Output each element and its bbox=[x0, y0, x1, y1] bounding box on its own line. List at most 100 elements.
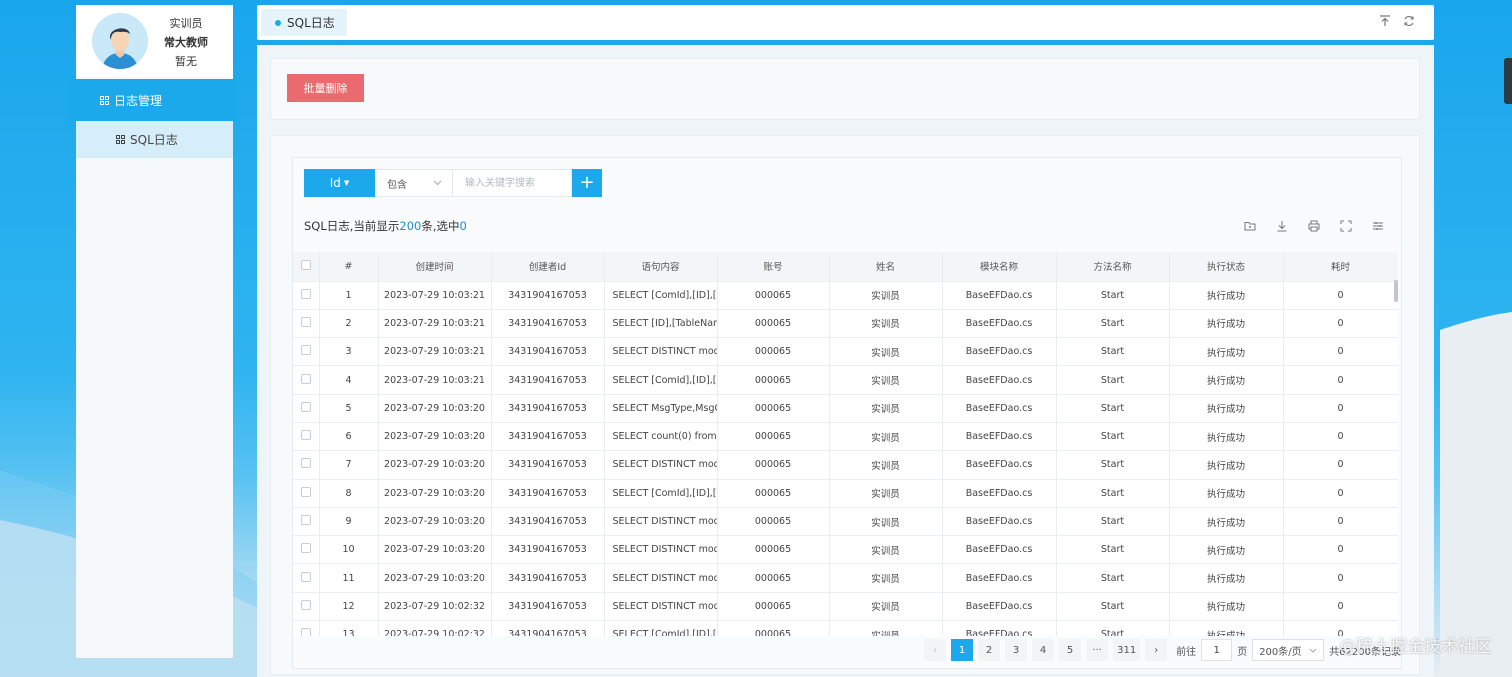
prev-page-button[interactable]: ‹ bbox=[924, 639, 947, 661]
table-cell: 3431904167053 bbox=[491, 620, 605, 636]
search-operator-select[interactable]: 包含 bbox=[375, 169, 453, 197]
row-checkbox[interactable] bbox=[293, 535, 320, 565]
search-input[interactable] bbox=[453, 169, 572, 197]
row-checkbox[interactable] bbox=[293, 479, 320, 508]
column-header[interactable]: 账号 bbox=[717, 252, 830, 282]
table-cell: 0 bbox=[1283, 394, 1398, 423]
table-row[interactable]: 9 2023-07-29 10:03:20 3431904167053 SELECT … bbox=[293, 507, 1398, 537]
sql-log-table: # 创建时间 创建者Id 语句内容 账号 姓名 模块名称 方法名称 执行状态 耗… bbox=[293, 252, 1398, 636]
table-cell: 实训员 bbox=[829, 450, 943, 480]
table-cell: 4 bbox=[319, 365, 379, 395]
row-checkbox[interactable] bbox=[293, 365, 320, 395]
table-row[interactable]: 4 2023-07-29 10:03:21 3431904167053 SELECT … bbox=[293, 365, 1398, 395]
table-row[interactable]: 13 2023-07-29 10:02:32 3431904167053 SELECT… bbox=[293, 620, 1398, 636]
table-cell: SELECT [ComId],[ID],[Use bbox=[604, 479, 718, 508]
table-cell: 执行成功 bbox=[1169, 479, 1284, 508]
table-cell: 2023-07-29 10:03:20 bbox=[378, 450, 492, 480]
select-all-checkbox[interactable] bbox=[293, 252, 320, 282]
column-settings-icon[interactable] bbox=[1371, 219, 1385, 233]
sidebar-item-log-management[interactable]: 日志管理 bbox=[68, 79, 238, 121]
row-checkbox[interactable] bbox=[293, 422, 320, 452]
row-checkbox[interactable] bbox=[293, 281, 320, 310]
page-button[interactable]: 4 bbox=[1032, 639, 1055, 661]
table-cell: Start bbox=[1056, 620, 1170, 636]
column-header[interactable]: 创建者Id bbox=[491, 252, 605, 282]
row-checkbox[interactable] bbox=[293, 394, 320, 423]
table-scrollbar[interactable] bbox=[1394, 280, 1398, 302]
row-checkbox[interactable] bbox=[293, 563, 320, 593]
table-cell: 0 bbox=[1283, 309, 1398, 339]
table-cell: 3431904167053 bbox=[491, 281, 605, 310]
table-row[interactable]: 1 2023-07-29 10:03:21 3431904167053 SELECT … bbox=[293, 281, 1398, 310]
table-cell: 执行成功 bbox=[1169, 394, 1284, 423]
table-cell: SELECT [ComId],[ID],[Use bbox=[604, 620, 718, 636]
more-pages-button[interactable]: ··· bbox=[1086, 639, 1109, 661]
user-profile: 实训员 常大教师 暂无 bbox=[76, 5, 233, 77]
tab-sql-log[interactable]: SQL日志 bbox=[261, 9, 347, 36]
row-checkbox[interactable] bbox=[293, 309, 320, 339]
column-header[interactable]: 姓名 bbox=[829, 252, 943, 282]
column-header[interactable]: 语句内容 bbox=[604, 252, 718, 282]
column-header[interactable]: 执行状态 bbox=[1169, 252, 1284, 282]
table-cell: 3431904167053 bbox=[491, 535, 605, 565]
pagination: ‹ 1 2 3 4 5 ··· 311 › 前往 页 200条/页 共62200… bbox=[924, 639, 1401, 661]
table-cell: 2023-07-29 10:02:32 bbox=[378, 620, 492, 636]
page-size-select[interactable]: 200条/页 bbox=[1252, 639, 1325, 661]
batch-delete-button[interactable]: 批量删除 bbox=[287, 74, 364, 102]
table-row[interactable]: 7 2023-07-29 10:03:20 3431904167053 SELECT … bbox=[293, 450, 1398, 480]
table-cell: SELECT [ComId],[ID],[Proc bbox=[604, 365, 718, 395]
table-cell: 3 bbox=[319, 337, 379, 367]
add-condition-button[interactable]: + bbox=[572, 169, 602, 197]
page-button[interactable]: 1 bbox=[951, 639, 974, 661]
goto-page-input[interactable] bbox=[1201, 639, 1233, 661]
table-row[interactable]: 8 2023-07-29 10:03:20 3431904167053 SELECT … bbox=[293, 479, 1398, 508]
column-header[interactable]: # bbox=[319, 252, 379, 282]
column-header[interactable]: 创建时间 bbox=[378, 252, 492, 282]
sidebar-item-sql-log[interactable]: SQL日志 bbox=[76, 121, 233, 158]
table-row[interactable]: 2 2023-07-29 10:03:21 3431904167053 SELECT … bbox=[293, 309, 1398, 339]
table-cell: 执行成功 bbox=[1169, 592, 1284, 622]
table-cell: 000065 bbox=[717, 507, 830, 537]
tab-bar: SQL日志 bbox=[257, 5, 1434, 40]
print-icon[interactable] bbox=[1307, 219, 1321, 233]
last-page-button[interactable]: 311 bbox=[1113, 639, 1141, 661]
side-handle[interactable] bbox=[1504, 58, 1512, 104]
avatar[interactable] bbox=[92, 13, 148, 69]
table-row[interactable]: 10 2023-07-29 10:03:20 3431904167053 SELECT… bbox=[293, 535, 1398, 565]
row-checkbox[interactable] bbox=[293, 507, 320, 537]
page-button[interactable]: 2 bbox=[978, 639, 1001, 661]
table-cell: 执行成功 bbox=[1169, 620, 1284, 636]
table-row[interactable]: 3 2023-07-29 10:03:21 3431904167053 SELECT … bbox=[293, 337, 1398, 367]
table-row[interactable]: 12 2023-07-29 10:02:32 3431904167053 SELECT… bbox=[293, 592, 1398, 622]
table-cell: 2023-07-29 10:03:21 bbox=[378, 365, 492, 395]
tab-label: SQL日志 bbox=[287, 16, 335, 30]
table-cell: 执行成功 bbox=[1169, 507, 1284, 537]
table-row[interactable]: 5 2023-07-29 10:03:20 3431904167053 SELECT … bbox=[293, 394, 1398, 423]
row-checkbox[interactable] bbox=[293, 337, 320, 367]
folder-icon[interactable] bbox=[1243, 219, 1257, 233]
table-cell: Start bbox=[1056, 365, 1170, 395]
summary-shown-count: 200 bbox=[399, 219, 422, 233]
next-page-button[interactable]: › bbox=[1145, 639, 1168, 661]
column-header[interactable]: 耗时 bbox=[1283, 252, 1398, 282]
scroll-top-icon[interactable] bbox=[1378, 14, 1392, 28]
row-checkbox[interactable] bbox=[293, 592, 320, 622]
download-icon[interactable] bbox=[1275, 219, 1289, 233]
table-cell: SELECT DISTINCT model bbox=[604, 535, 718, 565]
column-header[interactable]: 模块名称 bbox=[942, 252, 1057, 282]
page-button[interactable]: 3 bbox=[1005, 639, 1028, 661]
table-cell: 3431904167053 bbox=[491, 394, 605, 423]
page-button[interactable]: 5 bbox=[1059, 639, 1082, 661]
search-field-select[interactable]: Id ▼ bbox=[304, 169, 375, 197]
table-summary: SQL日志,当前显示200条,选中0 bbox=[304, 218, 467, 234]
summary-selected-count: 0 bbox=[459, 219, 467, 233]
table-cell: 执行成功 bbox=[1169, 563, 1284, 593]
table-cell: 3431904167053 bbox=[491, 507, 605, 537]
table-row[interactable]: 11 2023-07-29 10:03:20 3431904167053 SELECT… bbox=[293, 563, 1398, 593]
table-row[interactable]: 6 2023-07-29 10:03:20 3431904167053 SELECT … bbox=[293, 422, 1398, 452]
fullscreen-icon[interactable] bbox=[1339, 219, 1353, 233]
column-header[interactable]: 方法名称 bbox=[1056, 252, 1170, 282]
refresh-icon[interactable] bbox=[1402, 14, 1416, 28]
row-checkbox[interactable] bbox=[293, 620, 320, 636]
row-checkbox[interactable] bbox=[293, 450, 320, 480]
